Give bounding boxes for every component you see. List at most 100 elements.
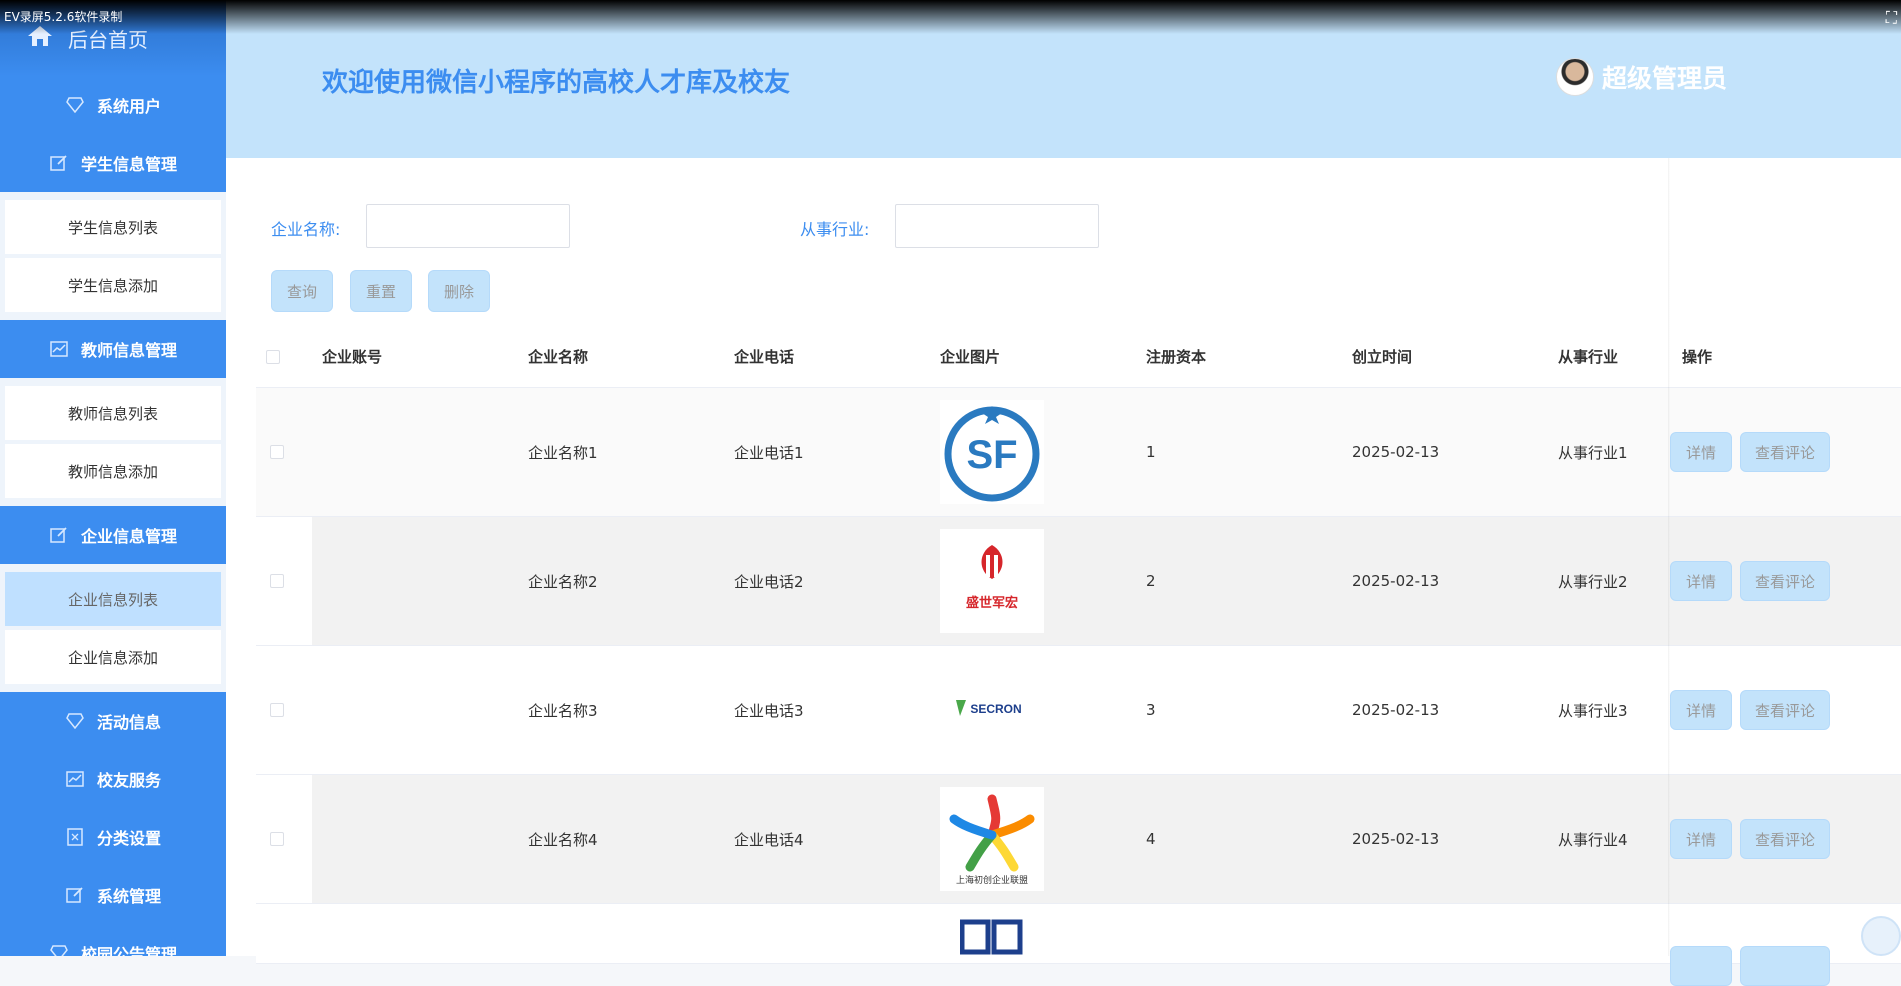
header-capital: 注册资本 xyxy=(1146,348,1207,366)
view-comments-button[interactable] xyxy=(1740,946,1830,986)
company-name-label: 企业名称: xyxy=(271,220,341,239)
cell-phone: 企业电话1 xyxy=(734,443,804,462)
sidebar-submenu-student: 学生信息列表 学生信息添加 xyxy=(0,192,226,320)
sidebar-item-label: 活动信息 xyxy=(96,713,161,732)
sidebar-submenu-teacher: 教师信息列表 教师信息添加 xyxy=(0,378,226,506)
table-row: 企业名称2 企业电话2 盛世军宏 2 2025-02-13 从事行业2 详情 查… xyxy=(256,517,1901,646)
view-comments-button[interactable]: 查看评论 xyxy=(1740,690,1830,730)
fixed-column-shadow xyxy=(1668,158,1670,956)
sidebar-item-label: 系统管理 xyxy=(96,887,161,906)
row-checkbox[interactable] xyxy=(270,445,284,459)
cell-date: 2025-02-13 xyxy=(1352,443,1440,461)
industry-input[interactable] xyxy=(895,204,1099,248)
user-menu[interactable]: 超级管理员 xyxy=(1556,58,1727,96)
sidebar-submenu-company: 企业信息列表 企业信息添加 xyxy=(0,564,226,692)
view-comments-button[interactable]: 查看评论 xyxy=(1740,819,1830,859)
cell-capital: 2 xyxy=(1146,572,1156,590)
chart-icon xyxy=(49,339,69,359)
sidebar-item-label: 系统用户 xyxy=(96,97,161,116)
main-content: 企业名称: 从事行业: 查询 重置 删除 企业账号 企业名称 企业电话 企业图片… xyxy=(226,158,1901,986)
header-actions: 操作 xyxy=(1682,348,1713,366)
cell-date: 2025-02-13 xyxy=(1352,572,1440,590)
view-comments-button[interactable]: 查看评论 xyxy=(1740,561,1830,601)
svg-text:上海初创企业联盟: 上海初创企业联盟 xyxy=(956,874,1028,886)
search-form: 企业名称: 从事行业: xyxy=(226,204,1901,250)
sidebar-item-label: 企业信息管理 xyxy=(80,527,177,546)
cell-industry: 从事行业4 xyxy=(1558,830,1628,849)
sidebar-item-label: 校园公告管理 xyxy=(80,945,177,956)
diamond-icon xyxy=(65,95,85,115)
edit-icon xyxy=(49,525,69,545)
header-name: 企业名称 xyxy=(528,348,589,366)
detail-button[interactable]: 详情 xyxy=(1670,690,1732,730)
cell-name: 企业名称4 xyxy=(528,830,598,849)
table-row xyxy=(256,904,1901,986)
sidebar-subitem-teacher-add[interactable]: 教师信息添加 xyxy=(5,444,221,498)
chat-bot-icon[interactable] xyxy=(1861,916,1901,956)
sidebar-item-label: 校友服务 xyxy=(96,771,161,790)
edit-icon xyxy=(49,153,69,173)
cell-date: 2025-02-13 xyxy=(1352,701,1440,719)
detail-button[interactable]: 详情 xyxy=(1670,561,1732,601)
query-button[interactable]: 查询 xyxy=(271,270,333,312)
diamond-icon xyxy=(65,711,85,731)
diamond-icon xyxy=(49,943,69,956)
cell-industry: 从事行业3 xyxy=(1558,701,1628,720)
sidebar-subitem-company-list[interactable]: 企业信息列表 xyxy=(5,572,221,626)
cell-capital: 1 xyxy=(1146,443,1156,461)
sidebar-subitem-teacher-list[interactable]: 教师信息列表 xyxy=(5,386,221,440)
header-date: 创立时间 xyxy=(1352,348,1413,366)
cell-phone: 企业电话2 xyxy=(734,572,804,591)
recorder-label: EV录屏5.2.6软件录制 xyxy=(4,10,123,24)
header-industry: 从事行业 xyxy=(1558,348,1619,366)
row-checkbox[interactable] xyxy=(270,703,284,717)
sidebar-item-label: 教师信息管理 xyxy=(80,341,177,360)
sidebar-subitem-student-add[interactable]: 学生信息添加 xyxy=(5,258,221,312)
sidebar-item-alumni-service[interactable]: 校友服务 xyxy=(0,750,226,808)
company-table: 企业账号 企业名称 企业电话 企业图片 注册资本 创立时间 从事行业 操作 企业… xyxy=(256,326,1901,986)
reset-button[interactable]: 重置 xyxy=(350,270,412,312)
row-checkbox[interactable] xyxy=(270,832,284,846)
fullscreen-icon[interactable]: ⛶ xyxy=(1886,8,1897,28)
cell-phone: 企业电话3 xyxy=(734,701,804,720)
sidebar-item-category-settings[interactable]: 分类设置 xyxy=(0,808,226,866)
select-all-checkbox[interactable] xyxy=(266,349,280,364)
cell-industry: 从事行业1 xyxy=(1558,443,1628,462)
cell-name: 企业名称2 xyxy=(528,572,598,591)
cell-capital: 4 xyxy=(1146,830,1156,848)
table-row: 企业名称4 企业电话4 上海初创企业联盟 4 2025-02-13 从事行业4 … xyxy=(256,775,1901,904)
table-header: 企业账号 企业名称 企业电话 企业图片 注册资本 创立时间 从事行业 操作 xyxy=(256,326,1901,388)
sidebar-item-company-management[interactable]: 企业信息管理 xyxy=(0,506,226,564)
page-title: 欢迎使用微信小程序的高校人才库及校友 xyxy=(322,68,791,98)
svg-text:SECRON: SECRON xyxy=(970,702,1021,716)
recorder-overlay xyxy=(0,0,1901,34)
detail-button[interactable]: 详情 xyxy=(1670,432,1732,472)
sidebar-item-system-users[interactable]: 系统用户 xyxy=(0,76,226,134)
svg-text:盛世军宏: 盛世军宏 xyxy=(966,595,1018,611)
sidebar-subitem-student-list[interactable]: 学生信息列表 xyxy=(5,200,221,254)
sidebar-subitem-company-add[interactable]: 企业信息添加 xyxy=(5,630,221,684)
sidebar-item-campus-notice[interactable]: 校园公告管理 xyxy=(0,924,226,956)
company-name-input[interactable] xyxy=(366,204,570,248)
chart-icon xyxy=(65,769,85,789)
sidebar-item-student-management[interactable]: 学生信息管理 xyxy=(0,134,226,192)
sidebar-item-teacher-management[interactable]: 教师信息管理 xyxy=(0,320,226,378)
user-name: 超级管理员 xyxy=(1602,64,1728,93)
cell-name: 企业名称1 xyxy=(528,443,598,462)
star-logo: 上海初创企业联盟 xyxy=(940,787,1044,891)
sidebar-item-system-management[interactable]: 系统管理 xyxy=(0,866,226,924)
cell-date: 2025-02-13 xyxy=(1352,830,1440,848)
avatar xyxy=(1556,58,1594,96)
shengshi-logo: 盛世军宏 xyxy=(940,529,1044,633)
detail-button[interactable] xyxy=(1670,946,1732,986)
detail-button[interactable]: 详情 xyxy=(1670,819,1732,859)
sidebar-item-label: 分类设置 xyxy=(96,829,161,848)
bookmark-icon xyxy=(65,827,85,847)
view-comments-button[interactable]: 查看评论 xyxy=(1740,432,1830,472)
edit-icon xyxy=(65,885,85,905)
row-checkbox[interactable] xyxy=(270,574,284,588)
svg-text:SF: SF xyxy=(966,433,1017,477)
delete-button[interactable]: 删除 xyxy=(428,270,490,312)
gg-logo xyxy=(940,918,1044,962)
sidebar-item-activities[interactable]: 活动信息 xyxy=(0,692,226,750)
